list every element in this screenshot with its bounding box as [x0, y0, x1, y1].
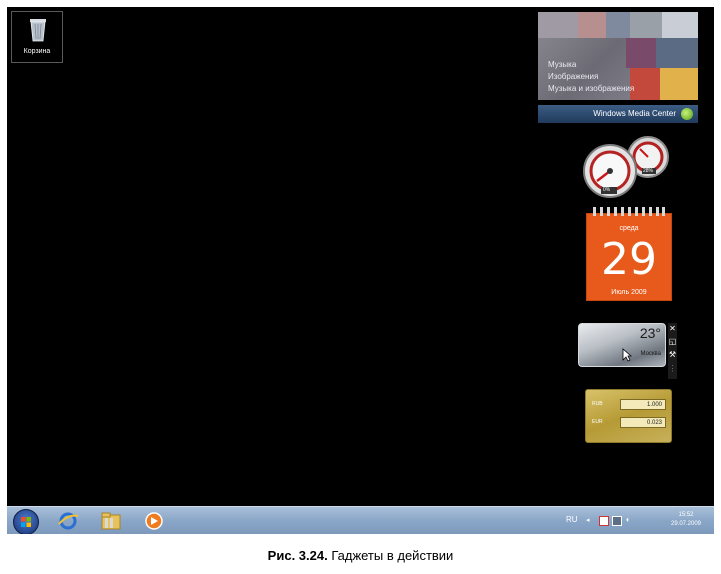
figure-caption: Рис. 3.24. Гаджеты в действии — [0, 548, 721, 563]
calendar-weekday: среда — [619, 225, 639, 232]
volume-icon[interactable]: ◖ — [625, 515, 630, 524]
wrench-icon[interactable]: ⚒ — [668, 349, 677, 361]
currency-value-field[interactable]: 1.000 — [620, 399, 666, 410]
currency-row: RUB 1.000 — [592, 399, 666, 410]
trash-icon — [30, 19, 46, 42]
media-center-gadget[interactable]: Музыка Изображения Музыка и изображения … — [538, 12, 698, 123]
menu-item-music-and-images[interactable]: Музыка и изображения — [548, 83, 634, 95]
start-button[interactable] — [13, 509, 39, 534]
action-center-icon[interactable] — [599, 516, 609, 526]
cpu-value: 0% — [603, 187, 611, 193]
clock[interactable]: 15:52 29.07.2009 — [666, 511, 706, 529]
menu-item-images[interactable]: Изображения — [548, 71, 634, 83]
desktop-screen: Корзина Музыка Изображения Музыка и изоб… — [7, 7, 714, 534]
calendar-rings-icon — [593, 207, 665, 216]
windows-logo-icon — [21, 517, 31, 527]
internet-explorer-icon[interactable] — [57, 510, 79, 532]
calendar-gadget[interactable]: среда 29 Июль 2009 — [586, 207, 672, 301]
currency-code[interactable]: RUB — [592, 399, 603, 410]
weather-temperature: 23° — [639, 325, 661, 341]
show-hidden-icons-icon[interactable]: ◂ — [586, 516, 590, 524]
resize-icon[interactable]: ◱ — [668, 336, 677, 348]
figure-number: Рис. 3.24. — [267, 548, 328, 563]
gadget-toolbar: ✕ ◱ ⚒ ⋮ — [668, 323, 677, 379]
recycle-bin-label: Корзина — [23, 48, 51, 55]
explorer-folder-icon[interactable] — [100, 510, 122, 532]
currency-gadget[interactable]: RUB 1.000 EUR 0.023 — [585, 389, 672, 443]
clock-time: 15:52 — [678, 512, 694, 518]
calendar-day: 29 — [601, 234, 657, 285]
menu-item-music[interactable]: Музыка — [548, 59, 634, 71]
calendar-month: Июль 2009 — [611, 289, 647, 296]
media-menu: Музыка Изображения Музыка и изображения — [548, 59, 634, 95]
currency-code[interactable]: EUR — [592, 417, 603, 428]
network-icon[interactable] — [612, 516, 622, 526]
close-icon[interactable]: ✕ — [668, 323, 677, 335]
currency-row: EUR 0.023 — [592, 417, 666, 428]
memory-value: 28% — [643, 168, 654, 174]
cpu-gauge-icon — [583, 136, 669, 198]
clock-date: 29.07.2009 — [670, 521, 702, 527]
media-center-logo-icon — [681, 108, 693, 120]
weather-gadget[interactable]: 23° Москва — [578, 323, 666, 367]
taskbar: RU ◂ ◖ 15:52 29.07.2009 — [7, 506, 714, 534]
figure-caption-text: Гаджеты в действии — [327, 548, 454, 563]
calendar-page: среда 29 Июль 2009 — [586, 213, 672, 301]
media-player-icon[interactable] — [143, 510, 165, 532]
drag-handle-icon[interactable]: ⋮ — [668, 363, 677, 375]
weather-city: Москва — [640, 351, 661, 357]
language-indicator[interactable]: RU — [566, 515, 578, 524]
media-center-bar[interactable]: Windows Media Center — [538, 105, 698, 123]
cpu-meter-gadget[interactable]: 0% 28% — [582, 135, 672, 199]
recycle-bin-icon[interactable]: Корзина — [11, 11, 63, 63]
system-tray: RU ◂ ◖ 15:52 29.07.2009 — [566, 511, 706, 531]
currency-value-field[interactable]: 0.023 — [620, 417, 666, 428]
media-center-brand: Windows Media Center — [593, 109, 676, 118]
mouse-cursor-icon — [622, 348, 632, 362]
